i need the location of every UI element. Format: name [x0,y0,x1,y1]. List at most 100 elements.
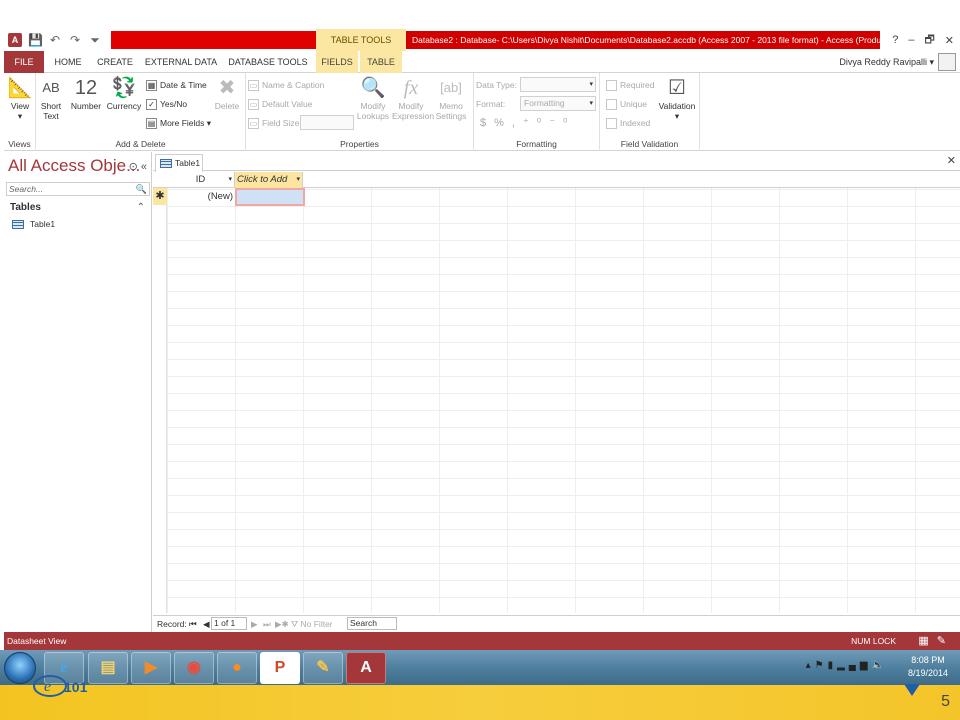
more-fields-button[interactable]: ▤ More Fields ▾ [146,115,211,131]
currency-label: Currency [106,101,142,111]
default-value-button[interactable]: ▭ Default Value [248,96,312,112]
nav-search-input[interactable]: Search... 🔍 [6,182,150,196]
tab-file[interactable]: FILE [4,51,44,73]
field-size-icon: ▭ [248,118,259,130]
indexed-checkbox[interactable]: Indexed [606,115,650,131]
formatting-group-label: Formatting [516,139,557,149]
date-time-button[interactable]: ▦ Date & Time [146,77,207,93]
tab-external-data[interactable]: EXTERNAL DATA [142,51,220,73]
memo-settings-button[interactable]: [ab] Memo Settings [432,77,470,121]
slide-number: 5 [941,693,950,710]
paint-taskbar-icon[interactable]: ✎ [303,652,343,684]
column-header-id[interactable]: ID ▾ [167,172,235,188]
active-cell[interactable] [235,188,305,206]
access-taskbar-icon[interactable]: A [346,652,386,684]
checkbox-icon [606,80,617,92]
save-icon[interactable]: 💾 [28,33,43,47]
last-record-icon[interactable]: ⏭ [263,616,271,632]
powerpoint-taskbar-icon[interactable]: P [260,652,300,684]
nav-menu-icon[interactable]: ⊙ [129,161,138,173]
minimize-button[interactable]: – [908,34,914,46]
short-text-button[interactable]: AB Short Text [40,77,62,121]
new-record-id-cell[interactable]: (New) [167,188,235,205]
chevron-down-icon[interactable]: ▾ [296,172,300,188]
help-button[interactable]: ? [892,34,898,46]
tab-home[interactable]: HOME [48,51,88,73]
show-hidden-icons-icon[interactable]: ▴ [806,660,815,671]
datasheet-view-icon[interactable]: ▦ [918,635,936,647]
design-view-icon[interactable]: ✎ [937,635,954,647]
close-button[interactable]: ✕ [945,34,954,47]
restore-button[interactable]: 🗗 [924,31,934,50]
tab-table[interactable]: TABLE [360,51,402,73]
increase-decimal-icon[interactable]: ⁺⁰ [523,117,549,129]
close-document-icon[interactable]: ✕ [947,154,956,167]
currency-button[interactable]: 💱 Currency [106,77,142,111]
clock[interactable]: 8:08 PM 8/19/2014 [908,654,948,680]
collapse-nav-icon[interactable]: « [141,161,147,173]
chevron-down-icon: ▾ [589,81,593,88]
volume-icon[interactable]: 🔈 [872,660,888,671]
new-record-icon[interactable]: ▶✱ [275,616,289,632]
name-caption-button[interactable]: ▭ Name & Caption [248,77,324,93]
user-name[interactable]: Divya Reddy Ravipalli ▾ [839,51,934,73]
percent-format-icon[interactable]: % [494,117,512,129]
field-size-input[interactable] [300,115,354,130]
previous-record-icon[interactable]: ◀ [203,616,210,632]
required-checkbox[interactable]: Required [606,77,655,93]
delete-icon: ✖ [218,77,236,99]
battery-icon[interactable]: ▮ [828,660,838,671]
modify-lookups-button[interactable]: 🔍 Modify Lookups [356,77,390,121]
window-controls: ? – 🗗 ✕ [892,29,960,51]
view-button[interactable]: 📐 View ▾ [6,77,34,121]
comma-format-icon[interactable]: , [512,117,523,129]
document-tab-table1[interactable]: Table1 [155,154,203,172]
number-format-buttons[interactable]: $%,⁺⁰⁻⁰ [480,115,575,131]
delete-button[interactable]: ✖ Delete [212,77,242,111]
yes-no-button[interactable]: ✓ Yes/No [146,96,187,112]
decrease-decimal-icon[interactable]: ⁻⁰ [549,117,575,129]
network-icon[interactable]: ▂▄▆ [837,660,871,671]
nav-item-table1[interactable]: Table1 [12,219,55,230]
undo-icon[interactable]: ↶ [48,33,62,47]
first-record-icon[interactable]: ⏮ [189,616,197,632]
click-to-add-label: Click to Add [237,174,288,185]
record-search-input[interactable]: Search [347,617,397,630]
new-record-marker[interactable]: ✱ [153,188,167,205]
view-icon: 📐 [7,77,33,99]
filter-icon: ⛛ [291,619,299,629]
no-filter-button[interactable]: ⛛ No Filter [291,616,333,632]
flag-icon[interactable]: ⚑ [815,660,828,671]
currency-format-icon[interactable]: $ [480,117,494,129]
name-caption-label: Name & Caption [262,80,325,90]
current-record-field[interactable]: 1 of 1 [211,617,247,630]
chevron-down-icon[interactable]: ▾ [228,172,232,188]
firefox-taskbar-icon[interactable]: ● [217,652,257,684]
format-dropdown[interactable]: Formatting ▾ [520,96,596,111]
collapse-section-icon[interactable]: ⌃ [137,202,145,213]
name-caption-icon: ▭ [248,80,259,92]
number-button[interactable]: 12 Number [70,77,102,111]
media-player-taskbar-icon[interactable]: ▶ [131,652,171,684]
field-size-label-wrap: ▭ Field Size [248,115,299,131]
nav-pane-title[interactable]: All Access Obje... [8,156,140,176]
validation-button[interactable]: ☑ Validation ▾ [656,77,698,121]
number-label: Number [70,101,102,111]
redo-icon[interactable]: ↷ [68,33,82,47]
tab-create[interactable]: CREATE [92,51,138,73]
nav-section-tables[interactable]: Tables [10,202,41,213]
datasheet-grid[interactable]: ID ▾ Click to Add ▾ ✱ (New) [153,172,960,613]
customize-qat-icon[interactable]: ⏷ [88,33,102,47]
modify-expression-button[interactable]: fx Modify Expression [392,77,434,121]
tab-database-tools[interactable]: DATABASE TOOLS [224,51,312,73]
field-validation-group-label: Field Validation [620,139,679,149]
data-type-dropdown[interactable]: ▾ [520,77,596,92]
avatar[interactable] [938,53,956,71]
nav-search-placeholder: Search... [9,184,44,194]
tab-fields[interactable]: FIELDS [316,51,358,73]
next-record-icon[interactable]: ▶ [251,616,258,632]
column-header-click-to-add[interactable]: Click to Add ▾ [235,172,303,188]
search-icon[interactable]: 🔍 [136,183,147,195]
unique-checkbox[interactable]: Unique [606,96,647,112]
chrome-taskbar-icon[interactable]: ◉ [174,652,214,684]
